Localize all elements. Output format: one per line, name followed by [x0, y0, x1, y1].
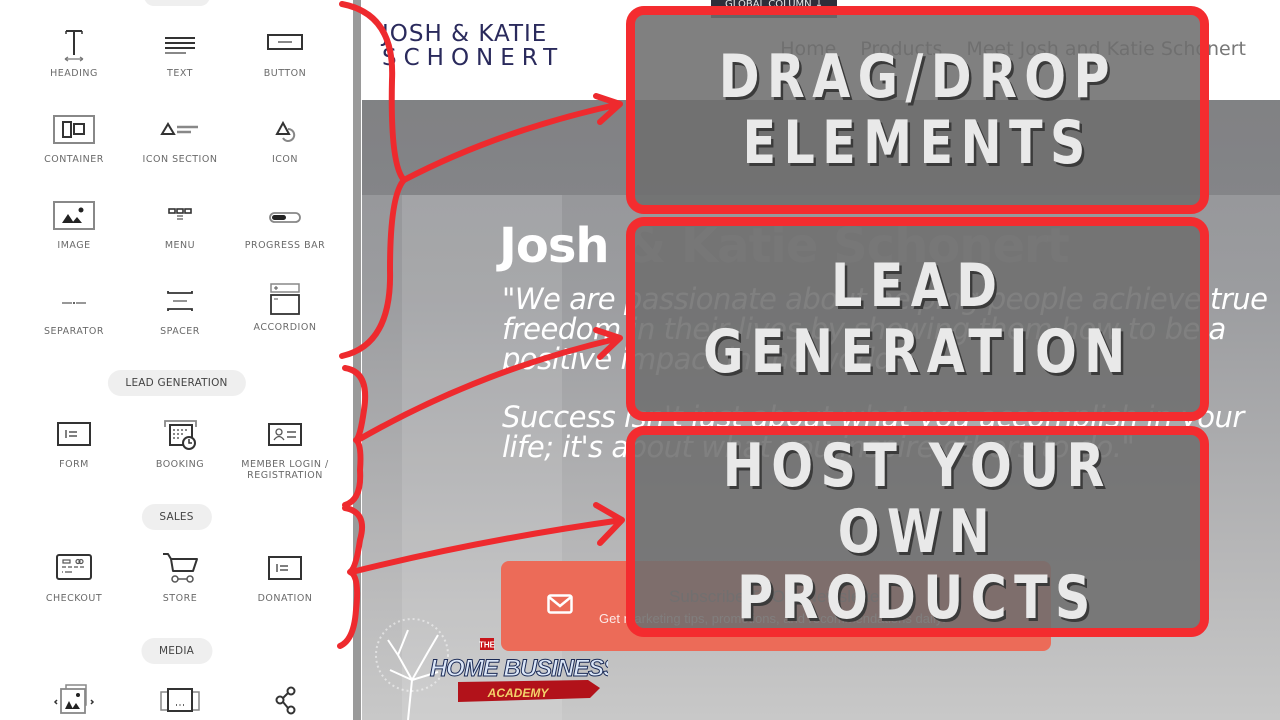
cart-icon	[163, 553, 198, 583]
share-icon	[275, 686, 296, 715]
element-donation[interactable]: DONATION	[230, 553, 340, 604]
element-label: SEPARATOR	[43, 326, 104, 337]
callout-host-your-own-products: HOST YOUR OWN PRODUCTS	[626, 426, 1209, 637]
element-label: PROGRESS BAR	[244, 240, 326, 251]
logo-main-text: HOME BUSINESS	[430, 655, 608, 682]
home-business-academy-logo: THE HOME BUSINESS ACADEMY	[375, 618, 608, 720]
callout-lead-generation: LEAD GENERATION	[626, 217, 1209, 421]
button-icon	[267, 34, 303, 50]
element-label: STORE	[162, 593, 198, 604]
gallery-slider-icon	[53, 684, 95, 714]
category-sales: SALES	[141, 504, 212, 530]
separator-icon	[62, 302, 86, 304]
element-label: DONATION	[257, 593, 313, 604]
category-lead-generation: LEAD GENERATION	[107, 370, 246, 396]
element-icon[interactable]: ICON	[230, 114, 340, 165]
form-icon	[57, 422, 91, 446]
booking-icon	[164, 420, 197, 450]
element-label: MEMBER LOGIN / REGISTRATION	[241, 459, 329, 481]
logo-line2: SCHONERT	[382, 45, 565, 71]
element-label: CONTAINER	[44, 154, 104, 165]
category-pill-top	[143, 0, 210, 6]
element-label: BUTTON	[263, 68, 307, 79]
callout-line: DRAG/DROP	[718, 42, 1117, 112]
progress-bar-icon	[269, 212, 301, 223]
callout-line: HOST YOUR	[722, 430, 1113, 501]
logo-the-text: THE	[479, 641, 496, 650]
element-spacer[interactable]: SPACER	[125, 286, 235, 337]
site-logo[interactable]: JOSH & KATIE SCHONERT	[382, 22, 564, 70]
member-login-icon	[268, 423, 302, 446]
callout-line: OWN PRODUCTS	[737, 496, 1098, 633]
heading-icon	[64, 30, 84, 62]
element-menu[interactable]: MENU	[125, 200, 235, 251]
checkout-icon	[56, 554, 92, 580]
element-label: ICON SECTION	[142, 154, 218, 165]
element-checkout[interactable]: CHECKOUT	[19, 553, 129, 604]
element-progress-bar[interactable]: PROGRESS BAR	[230, 200, 340, 251]
element-gallery[interactable]	[19, 683, 129, 717]
element-label: IMAGE	[57, 240, 91, 251]
element-accordion[interactable]: ACCORDION	[230, 282, 340, 333]
element-booking[interactable]: BOOKING	[125, 419, 235, 470]
panel-scrollbar[interactable]	[353, 0, 361, 720]
accordion-icon	[270, 283, 300, 315]
logo-line1: JOSH & KATIE	[382, 21, 548, 47]
element-member-login[interactable]: MEMBER LOGIN / REGISTRATION	[230, 419, 340, 481]
callout-line: GENERATION	[702, 317, 1133, 387]
element-image[interactable]: IMAGE	[19, 200, 129, 251]
element-text[interactable]: TEXT	[125, 28, 235, 79]
element-label: FORM	[59, 459, 89, 470]
icon-icon	[275, 120, 296, 142]
element-separator[interactable]: SEPARATOR	[19, 286, 129, 337]
element-label: HEADING	[50, 68, 98, 79]
element-label: CHECKOUT	[45, 593, 103, 604]
elements-panel: HEADING TEXT BUTTON CONTAINER ICON SECTI…	[0, 0, 354, 720]
container-icon	[53, 115, 95, 144]
callout-drag-drop-elements: DRAG/DROP ELEMENTS	[626, 6, 1209, 214]
element-icon-section[interactable]: ICON SECTION	[125, 114, 235, 165]
element-label: SPACER	[160, 326, 200, 337]
element-heading[interactable]: HEADING	[19, 28, 129, 79]
element-carousel[interactable]	[125, 683, 235, 717]
callout-line: ELEMENTS	[742, 108, 1093, 178]
element-form[interactable]: FORM	[19, 419, 129, 470]
element-label: TEXT	[167, 68, 193, 79]
element-label: ACCORDION	[253, 322, 317, 333]
element-label: BOOKING	[155, 459, 205, 470]
element-store[interactable]: STORE	[125, 553, 235, 604]
element-button[interactable]: BUTTON	[230, 28, 340, 79]
logo-ribbon-text: ACADEMY	[487, 686, 550, 700]
element-label: ICON	[271, 154, 299, 165]
icon-section-icon	[160, 122, 198, 135]
element-container[interactable]: CONTAINER	[19, 114, 129, 165]
callout-line: LEAD	[830, 251, 1005, 321]
spacer-icon	[167, 291, 193, 311]
donation-icon	[268, 556, 302, 580]
hero-title-main: Josh	[499, 218, 610, 274]
element-social-share[interactable]	[230, 683, 340, 717]
text-icon	[165, 37, 195, 54]
image-icon	[53, 201, 95, 230]
carousel-icon	[160, 688, 200, 712]
element-label: MENU	[164, 240, 196, 251]
menu-icon	[168, 208, 192, 220]
category-media: MEDIA	[140, 638, 213, 664]
